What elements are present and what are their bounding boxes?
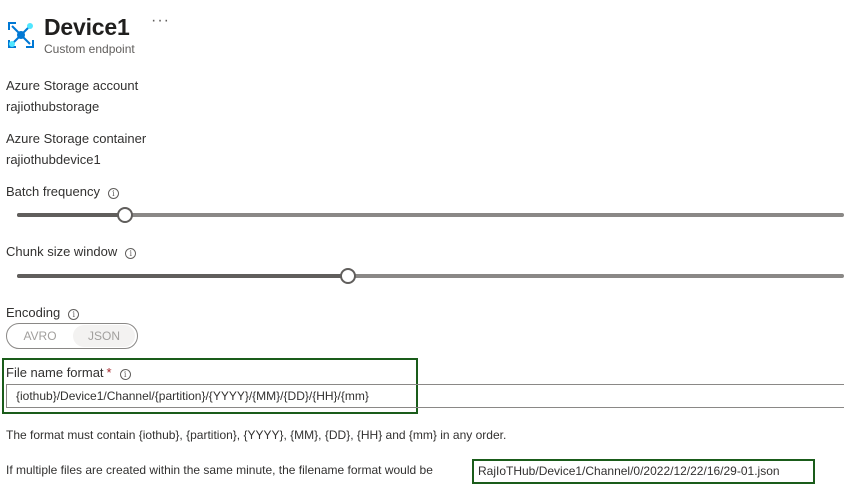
- batch-frequency-label: Batch frequency: [6, 184, 100, 199]
- info-icon[interactable]: i: [107, 188, 119, 199]
- file-name-format-row: File name format * i: [6, 365, 131, 380]
- encoding-option-json[interactable]: JSON: [73, 325, 135, 347]
- chunk-size-row: Chunk size window i: [6, 244, 137, 259]
- batch-frequency-row: Batch frequency i: [6, 184, 119, 199]
- storage-container-label: Azure Storage container: [6, 131, 147, 146]
- file-name-format-input[interactable]: {iothub}/Device1/Channel/{partition}/{YY…: [6, 384, 844, 408]
- encoding-row: Encoding i: [6, 305, 80, 320]
- info-icon[interactable]: i: [125, 248, 137, 259]
- encoding-option-avro[interactable]: AVRO: [9, 325, 71, 347]
- slider-thumb[interactable]: [339, 268, 356, 284]
- page-subtitle: Custom endpoint: [44, 42, 135, 56]
- example-prefix-text: If multiple files are created within the…: [6, 463, 433, 477]
- ellipsis-icon[interactable]: ···: [151, 12, 170, 30]
- storage-account-value: rajiothubstorage: [6, 99, 100, 114]
- encoding-label: Encoding: [6, 305, 61, 320]
- slider-fill: [17, 213, 125, 217]
- batch-frequency-slider[interactable]: [17, 207, 844, 223]
- slider-track: [17, 213, 844, 217]
- page-title: Device1: [44, 14, 130, 40]
- format-rule-text: The format must contain {iothub}, {parti…: [6, 428, 507, 442]
- info-icon[interactable]: i: [68, 309, 80, 320]
- file-name-format-label: File name format: [6, 365, 104, 380]
- storage-container-value: rajiothubdevice1: [6, 152, 101, 167]
- required-mark: *: [106, 365, 112, 380]
- storage-account-label: Azure Storage account: [6, 78, 139, 93]
- encoding-toggle[interactable]: AVRO JSON: [6, 323, 138, 349]
- chunk-size-label: Chunk size window: [6, 244, 118, 259]
- example-filename: RajIoTHub/Device1/Channel/0/2022/12/22/1…: [472, 459, 815, 484]
- info-icon[interactable]: i: [119, 369, 131, 380]
- slider-thumb[interactable]: [116, 207, 133, 223]
- chunk-size-slider[interactable]: [17, 268, 844, 284]
- iot-hub-icon: [8, 22, 34, 48]
- slider-fill: [17, 274, 348, 278]
